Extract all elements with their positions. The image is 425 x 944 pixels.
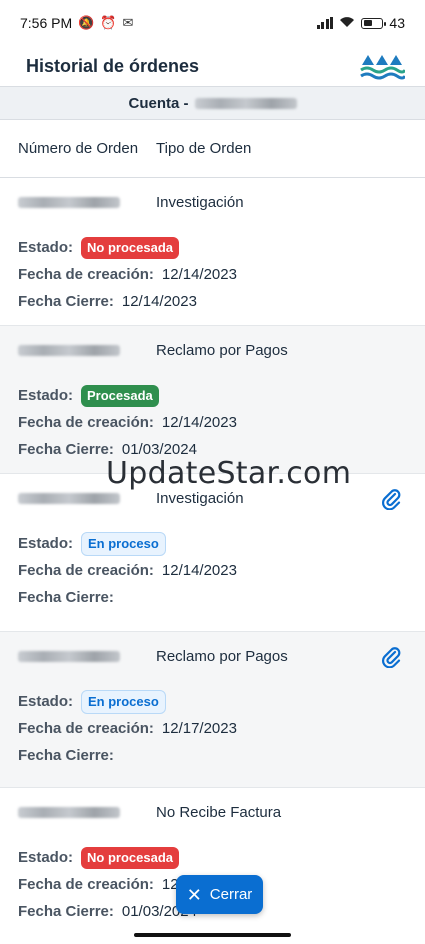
created-label: Fecha de creación: <box>18 562 154 579</box>
closed-label: Fecha Cierre: <box>18 589 114 606</box>
created-date: 12/14/2023 <box>161 562 237 579</box>
closed-label: Fecha Cierre: <box>18 747 114 764</box>
app-header: Historial de órdenes <box>0 46 425 86</box>
column-header-type: Tipo de Orden <box>156 140 252 157</box>
created-label: Fecha de creación: <box>18 414 154 431</box>
status-right: 43 <box>316 15 405 31</box>
closed-date: 12/14/2023 <box>121 293 197 310</box>
status-left: 7:56 PM 🔕 ⏰ ✉ <box>20 15 133 31</box>
order-number-redacted <box>18 196 120 208</box>
status-label: Estado: <box>18 849 74 866</box>
wifi-icon <box>339 16 355 31</box>
status-bar: 7:56 PM 🔕 ⏰ ✉ 43 <box>0 0 425 46</box>
alarm-icon: ⏰ <box>100 15 117 30</box>
order-type: Reclamo por Pagos <box>156 647 288 665</box>
watermark: UpdateStar.com <box>106 456 352 491</box>
table-header: Número de Orden Tipo de Orden <box>0 120 425 178</box>
order-number-redacted <box>18 806 120 818</box>
battery-level: 43 <box>389 15 405 31</box>
created-date: 12/17/2023 <box>161 720 237 737</box>
account-label: Cuenta - <box>128 94 189 112</box>
closed-label: Fecha Cierre: <box>18 903 114 920</box>
order-row[interactable]: Investigación Estado: No procesada Fecha … <box>0 178 425 326</box>
order-type: No Recibe Factura <box>156 803 282 821</box>
signal-icon <box>316 17 334 29</box>
order-type: Investigación <box>156 193 244 211</box>
created-label: Fecha de creación: <box>18 266 154 283</box>
created-date: 12/14/2023 <box>161 414 237 431</box>
mute-icon: 🔕 <box>78 15 95 30</box>
order-row[interactable]: Reclamo por Pagos Estado: Procesada Fecha… <box>0 326 425 474</box>
created-label: Fecha de creación: <box>18 720 154 737</box>
order-row[interactable]: Investigación Estado: En proceso Fecha de… <box>0 474 425 632</box>
attachment-icon[interactable] <box>381 646 401 668</box>
created-label: Fecha de creación: <box>18 876 154 893</box>
status-badge: En proceso <box>81 689 166 714</box>
closed-label: Fecha Cierre: <box>18 441 114 458</box>
status-label: Estado: <box>18 239 74 256</box>
order-number-redacted <box>18 650 120 662</box>
battery-icon <box>361 17 387 29</box>
column-header-number: Número de Orden <box>18 140 139 157</box>
gmail-icon: ✉ <box>122 15 134 30</box>
status-badge: No procesada <box>81 846 179 869</box>
water-logo-icon <box>360 55 405 80</box>
status-time: 7:56 PM <box>20 15 73 31</box>
account-number-redacted <box>194 97 297 109</box>
page-title: Historial de órdenes <box>26 55 200 76</box>
order-type: Investigación <box>156 489 244 507</box>
order-row[interactable]: Reclamo por Pagos Estado: En proceso Fech… <box>0 632 425 788</box>
close-button[interactable]: ✕ Cerrar <box>176 875 263 914</box>
status-label: Estado: <box>18 387 74 404</box>
status-label: Estado: <box>18 693 74 710</box>
status-label: Estado: <box>18 535 74 552</box>
home-indicator[interactable] <box>134 933 291 937</box>
status-badge: Procesada <box>81 384 159 407</box>
order-number-redacted <box>18 492 120 504</box>
closed-label: Fecha Cierre: <box>18 293 114 310</box>
created-date: 12/14/2023 <box>161 266 237 283</box>
order-number-redacted <box>18 344 120 356</box>
close-icon: ✕ <box>186 884 202 905</box>
close-button-label: Cerrar <box>209 886 253 903</box>
status-badge: En proceso <box>81 531 166 556</box>
status-badge: No procesada <box>81 236 179 259</box>
order-row[interactable]: No Recibe Factura Estado: No procesada Fe… <box>0 788 425 938</box>
account-bar: Cuenta - <box>0 86 425 120</box>
order-type: Reclamo por Pagos <box>156 341 288 359</box>
attachment-icon[interactable] <box>381 488 401 510</box>
